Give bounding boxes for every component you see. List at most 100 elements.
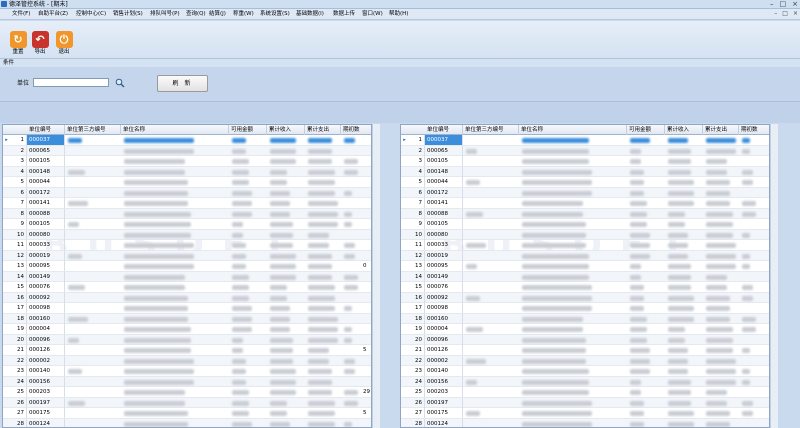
- export-button[interactable]: ↶ 导出: [30, 31, 50, 57]
- table-row[interactable]: 15 000076: [401, 282, 769, 293]
- table-row[interactable]: 12 000019: [401, 250, 769, 261]
- column-header[interactable]: 单位名称: [519, 125, 627, 135]
- mdi-close-button[interactable]: ×: [793, 10, 798, 17]
- table-row[interactable]: 20 000096: [401, 334, 769, 345]
- table-row[interactable]: 10 000080: [3, 229, 371, 240]
- menu-sales-plan[interactable]: 销售计划(S): [113, 11, 143, 18]
- left-scrollbar[interactable]: [372, 124, 380, 428]
- table-row[interactable]: 25 000203: [401, 387, 769, 398]
- right-data-grid[interactable]: BUSOFT 单位编号单位第三方编号单位名称可用金额累计收入累计支出期初数▸10…: [400, 124, 770, 428]
- menu-control-center[interactable]: 控制中心(C): [76, 11, 106, 18]
- table-row[interactable]: 22 000002: [401, 355, 769, 366]
- table-row[interactable]: 5 000044: [401, 177, 769, 188]
- table-row[interactable]: 2 000065: [3, 145, 371, 156]
- column-header[interactable]: 期初数: [739, 125, 769, 135]
- menu-weighing[interactable]: 称重(W): [233, 11, 254, 18]
- table-row[interactable]: 11 000033: [401, 240, 769, 251]
- column-header[interactable]: 单位编号: [27, 125, 65, 135]
- table-row[interactable]: 24 000156: [401, 376, 769, 387]
- table-row[interactable]: 26 000197: [3, 397, 371, 408]
- table-row[interactable]: 16 000092: [401, 292, 769, 303]
- table-row[interactable]: 17 000098: [3, 303, 371, 314]
- table-row[interactable]: 20 000096: [3, 334, 371, 345]
- table-row[interactable]: 16 000092: [3, 292, 371, 303]
- table-row[interactable]: 21 000126: [401, 345, 769, 356]
- menu-self-service[interactable]: 自助平台(Z): [38, 11, 68, 18]
- table-row[interactable]: 12 000019: [3, 250, 371, 261]
- column-header[interactable]: 单位编号: [425, 125, 463, 135]
- table-row[interactable]: 27 000175: [401, 408, 769, 419]
- table-row[interactable]: 25 000203 29: [3, 387, 371, 398]
- table-row[interactable]: 5 000044: [3, 177, 371, 188]
- table-row[interactable]: 24 000156: [3, 376, 371, 387]
- close-button[interactable]: ×: [792, 0, 798, 8]
- maximize-button[interactable]: □: [780, 0, 787, 8]
- table-row[interactable]: 18 000160: [3, 313, 371, 324]
- table-row[interactable]: 21 000126 5: [3, 345, 371, 356]
- table-row[interactable]: 7 000141: [401, 198, 769, 209]
- table-row[interactable]: 9 000105: [3, 219, 371, 230]
- table-row[interactable]: 23 000140: [401, 366, 769, 377]
- column-header[interactable]: 单位名称: [121, 125, 229, 135]
- table-row[interactable]: 27 000175 5: [3, 408, 371, 419]
- menu-settlement[interactable]: 结算(J): [209, 11, 226, 18]
- table-row[interactable]: 9 000105: [401, 219, 769, 230]
- column-header[interactable]: 累计收入: [665, 125, 703, 135]
- table-row[interactable]: 3 000105: [3, 156, 371, 167]
- table-row[interactable]: 13 000095: [401, 261, 769, 272]
- reset-button[interactable]: ↻ 重置: [8, 31, 28, 57]
- table-row[interactable]: 28 000124: [3, 418, 371, 427]
- table-row[interactable]: 7 000141: [3, 198, 371, 209]
- table-row[interactable]: 8 000088: [3, 208, 371, 219]
- right-scrollbar[interactable]: [770, 124, 778, 428]
- menu-file[interactable]: 文件(F): [12, 11, 30, 18]
- table-row[interactable]: 26 000197: [401, 397, 769, 408]
- table-row[interactable]: 3 000105: [401, 156, 769, 167]
- minimize-button[interactable]: –: [770, 0, 774, 8]
- column-header[interactable]: 可用金额: [627, 125, 665, 135]
- table-row[interactable]: 14 000149: [3, 271, 371, 282]
- exit-button[interactable]: ⏻ 退出: [54, 31, 74, 57]
- table-row[interactable]: 8 000088: [401, 208, 769, 219]
- table-row[interactable]: 10 000080: [401, 229, 769, 240]
- table-row[interactable]: 11 000033: [3, 240, 371, 251]
- table-row[interactable]: 19 000004: [401, 324, 769, 335]
- table-row[interactable]: 28 000124: [401, 418, 769, 427]
- table-row[interactable]: 2 000065: [401, 145, 769, 156]
- table-row[interactable]: 6 000172: [401, 187, 769, 198]
- menu-queue[interactable]: 排队叫号(P): [150, 11, 180, 18]
- menu-data-upload[interactable]: 数据上传: [333, 11, 355, 18]
- menu-query[interactable]: 查询(Q): [186, 11, 206, 18]
- table-row[interactable]: 14 000149: [401, 271, 769, 282]
- column-header[interactable]: 累计支出: [305, 125, 341, 135]
- table-row[interactable]: 15 000076: [3, 282, 371, 293]
- left-data-grid[interactable]: BUSOFT 单位编号单位第三方编号单位名称可用金额累计收入累计支出期初数▸10…: [2, 124, 372, 428]
- refresh-button[interactable]: 刷 新: [157, 75, 208, 92]
- table-row[interactable]: 23 000140: [3, 366, 371, 377]
- menu-help[interactable]: 帮助(H): [389, 11, 408, 18]
- column-header[interactable]: 单位第三方编号: [65, 125, 121, 135]
- table-row[interactable]: ▸ 1 000037: [401, 135, 769, 146]
- table-row[interactable]: 22 000002: [3, 355, 371, 366]
- menu-system-settings[interactable]: 系统设置(S): [260, 11, 290, 18]
- table-row[interactable]: 18 000160: [401, 313, 769, 324]
- column-header[interactable]: 累计收入: [267, 125, 305, 135]
- redacted-cell: [630, 379, 641, 385]
- table-row[interactable]: 13 000095 0: [3, 261, 371, 272]
- column-header[interactable]: 期初数: [341, 125, 371, 135]
- table-row[interactable]: 4 000148: [3, 166, 371, 177]
- unit-input[interactable]: [33, 78, 109, 87]
- table-row[interactable]: 19 000004: [3, 324, 371, 335]
- search-icon[interactable]: [115, 78, 125, 88]
- table-row[interactable]: 6 000172: [3, 187, 371, 198]
- menu-base-data[interactable]: 基础数据(I): [296, 11, 324, 18]
- mdi-minimize-button[interactable]: –: [774, 10, 777, 17]
- table-row[interactable]: ▸ 1 000037: [3, 135, 371, 146]
- table-row[interactable]: 17 000098: [401, 303, 769, 314]
- table-row[interactable]: 4 000148: [401, 166, 769, 177]
- column-header[interactable]: 累计支出: [703, 125, 739, 135]
- column-header[interactable]: 可用金额: [229, 125, 267, 135]
- menu-window[interactable]: 窗口(W): [362, 11, 383, 18]
- column-header[interactable]: 单位第三方编号: [463, 125, 519, 135]
- mdi-restore-button[interactable]: □: [782, 10, 788, 17]
